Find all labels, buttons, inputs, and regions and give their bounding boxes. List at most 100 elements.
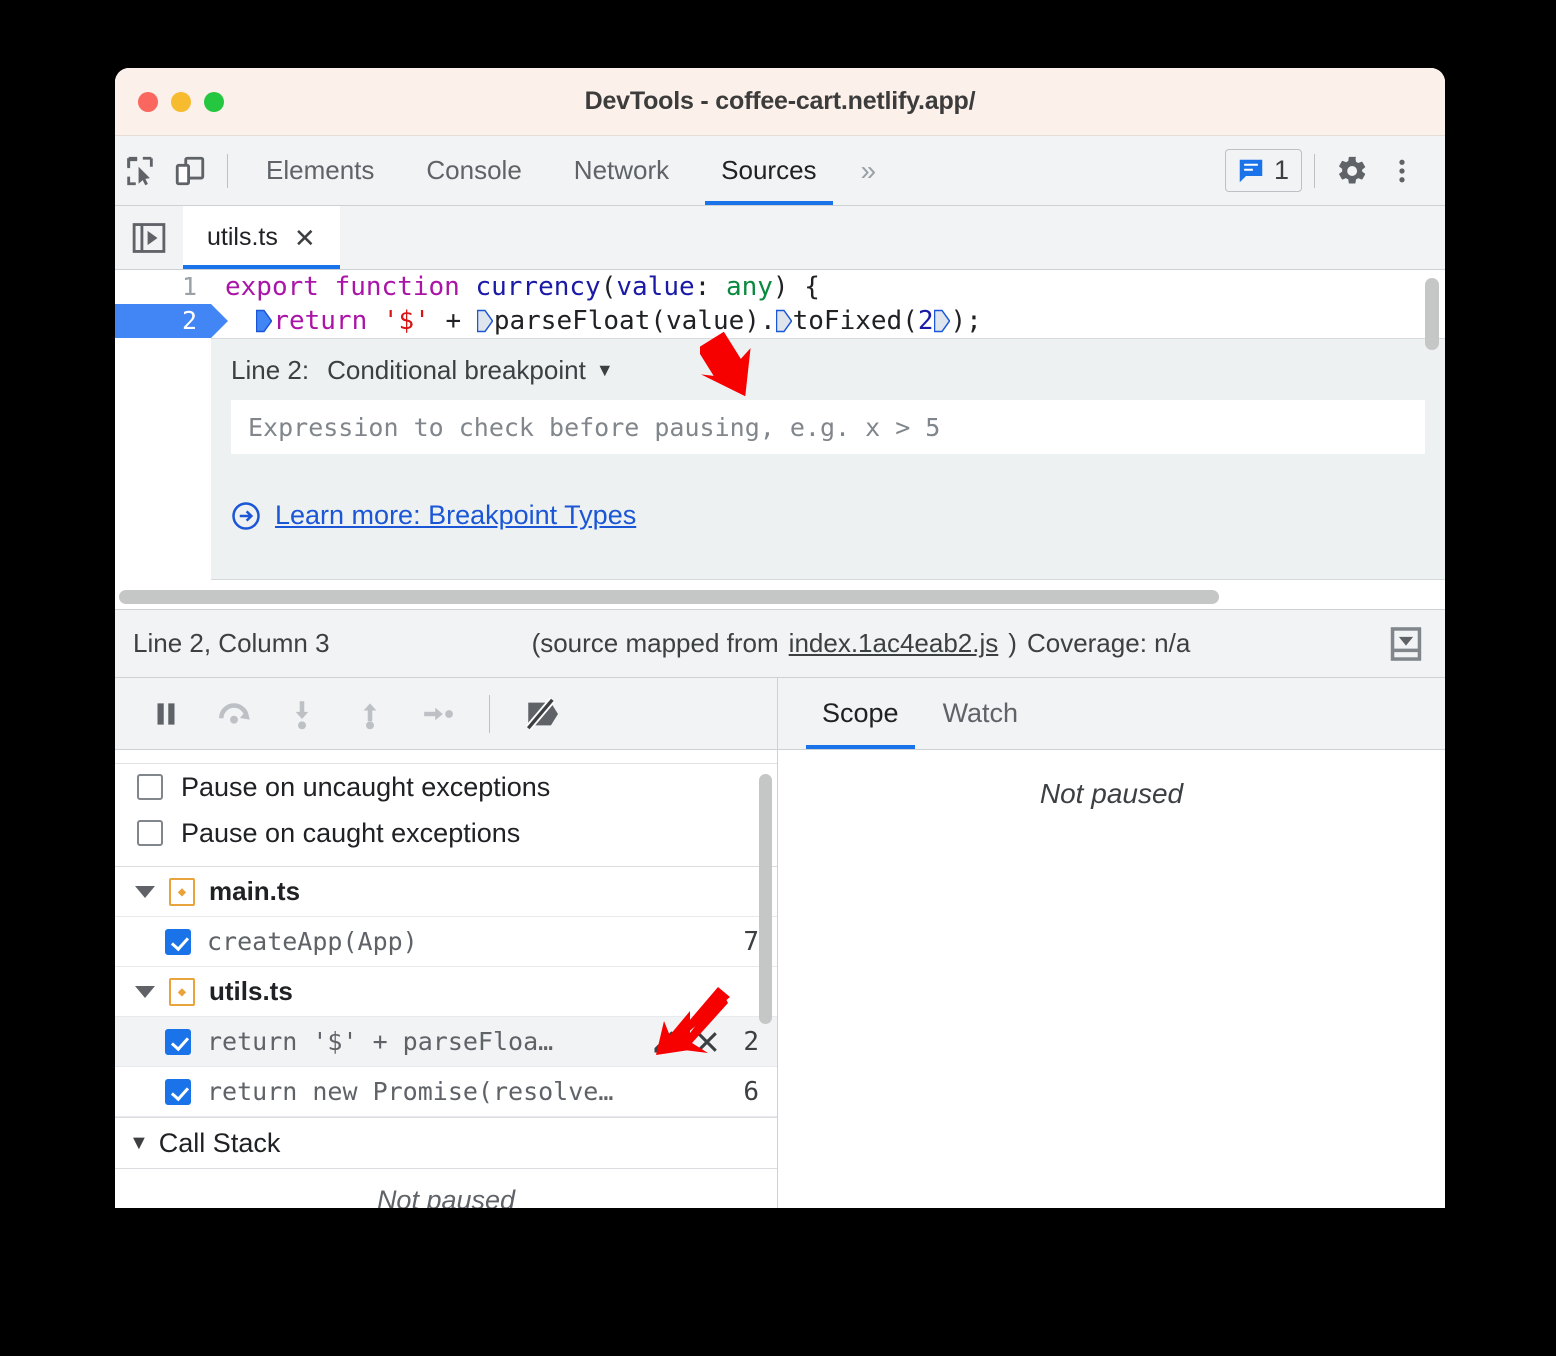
pause-on-uncaught-exceptions-label: Pause on uncaught exceptions <box>181 771 551 802</box>
pause-on-caught-exceptions-label: Pause on caught exceptions <box>181 817 521 848</box>
pause-on-caught-exceptions-checkbox[interactable] <box>137 820 163 846</box>
learn-more-breakpoint-types-link[interactable]: Learn more: Breakpoint Types <box>231 500 1425 531</box>
breakpoint-enabled-checkbox[interactable] <box>165 1028 191 1055</box>
issues-message-icon <box>1239 159 1263 182</box>
breakpoint-type-dropdown[interactable]: Conditional breakpoint ▼ <box>327 355 614 386</box>
source-map-info: (source mapped from index.1ac4eab2.js) Co… <box>532 628 1191 659</box>
inline-breakpoint-marker-active-icon[interactable] <box>256 309 273 333</box>
token-colon: : <box>694 272 726 302</box>
breakpoint-enabled-checkbox[interactable] <box>165 928 191 955</box>
tab-elements-label: Elements <box>266 155 375 185</box>
inline-breakpoint-marker-2-icon[interactable] <box>775 309 792 333</box>
gear-icon <box>1339 156 1366 184</box>
pencil-edit-icon[interactable] <box>651 1028 679 1056</box>
source-map-prefix: (source mapped from <box>531 628 779 658</box>
token-dollar-string: '$' <box>382 306 430 336</box>
devtools-main-toolbar: Elements Console Network Sources » 1 <box>115 136 1445 206</box>
status-bar-right <box>1381 619 1431 669</box>
step-out-button[interactable] <box>341 685 399 743</box>
settings-button[interactable] <box>1327 146 1377 196</box>
tab-scope[interactable]: Scope <box>800 678 921 749</box>
close-file-tab-button[interactable]: ✕ <box>294 225 316 251</box>
close-x-icon[interactable] <box>693 1028 721 1056</box>
token-any-type: any <box>725 272 773 302</box>
inline-breakpoint-marker-icon[interactable] <box>476 309 493 333</box>
issues-counter-button[interactable]: 1 <box>1224 149 1302 192</box>
tab-elements[interactable]: Elements <box>240 136 400 205</box>
debugger-left-pane: Pause on uncaught exceptions Pause on ca… <box>115 678 778 1208</box>
tab-watch-label: Watch <box>942 698 1019 728</box>
breakpoint-group-utils-ts[interactable]: ◆ utils.ts <box>115 967 777 1017</box>
code-line-2: 2 return '$' + parseFloat(value). toFixed… <box>115 304 1445 338</box>
show-drawer-button[interactable] <box>1381 619 1431 669</box>
table-row[interactable]: return new Promise(resolve… 6 <box>115 1067 777 1117</box>
token-number-2: 2 <box>917 306 934 336</box>
issues-count: 1 <box>1273 155 1289 185</box>
tab-sources[interactable]: Sources <box>695 136 842 205</box>
breakpoint-condition-placeholder: Expression to check before pausing, e.g.… <box>248 412 941 442</box>
token-paren-close: ) <box>772 272 789 302</box>
token-value-param: value <box>616 272 695 302</box>
breakpoint-condition-input[interactable]: Expression to check before pausing, e.g.… <box>231 400 1425 454</box>
source-file-tabstrip: utils.ts ✕ <box>115 206 1445 270</box>
learn-more-label: Learn more: Breakpoint Types <box>275 500 637 530</box>
breakpoint-group-main-ts[interactable]: ◆ main.ts <box>115 867 777 917</box>
breakpoint-code-snippet: return '$' + parseFloa… <box>207 1027 554 1056</box>
step-over-button[interactable] <box>205 685 263 743</box>
token-return: return <box>273 306 368 336</box>
source-map-file-link[interactable]: index.1ac4eab2.js <box>789 628 999 659</box>
debugger-controls-toolbar <box>115 678 777 750</box>
chevron-down-icon: ▼ <box>129 1131 149 1154</box>
step-into-button[interactable] <box>273 685 331 743</box>
source-code-editor[interactable]: 1 export function currency(value: any) {… <box>115 270 1445 610</box>
inline-breakpoint-marker-3-icon[interactable] <box>933 309 950 333</box>
toolbar-divider-1 <box>227 153 228 188</box>
show-navigator-button[interactable] <box>115 206 183 269</box>
scope-empty-message: Not paused <box>1039 778 1184 809</box>
breakpoint-group-file-name: utils.ts <box>209 976 293 1006</box>
toggle-device-toolbar-button[interactable] <box>165 146 215 196</box>
editor-horizontal-scrollbar[interactable] <box>115 585 1445 609</box>
step-button[interactable] <box>409 685 467 743</box>
deactivate-breakpoints-button[interactable] <box>512 685 570 743</box>
panel-tabs: Elements Console Network Sources <box>240 136 843 205</box>
pause-script-execution-button[interactable] <box>137 685 195 743</box>
breakpoint-code-snippet: return new Promise(resolve… <box>207 1077 614 1106</box>
more-options-button[interactable] <box>1377 146 1427 196</box>
table-row[interactable]: return '$' + parseFloa… 2 <box>115 1017 777 1067</box>
toolbar-divider-2 <box>1314 153 1315 188</box>
tab-network[interactable]: Network <box>548 136 695 205</box>
breakpoints-panel-scrollbar-thumb[interactable] <box>759 774 772 1024</box>
tab-scope-label: Scope <box>822 698 899 728</box>
pause-on-uncaught-exceptions-checkbox[interactable] <box>137 774 163 800</box>
show-navigator-icon <box>132 222 166 253</box>
pause-on-caught-exceptions-row[interactable]: Pause on caught exceptions <box>115 810 777 856</box>
tab-watch[interactable]: Watch <box>921 678 1041 749</box>
collapse-triangle-icon[interactable] <box>135 885 155 898</box>
table-row[interactable]: createApp(App) 7 <box>115 917 777 967</box>
token-currency: currency <box>475 272 601 302</box>
token-export: export <box>225 272 319 302</box>
line-number-2-breakpoint[interactable]: 2 <box>115 304 228 338</box>
call-stack-section-header[interactable]: ▼ Call Stack <box>115 1117 777 1169</box>
device-toolbar-icon <box>175 156 205 185</box>
editor-horizontal-scrollbar-thumb[interactable] <box>119 590 1219 604</box>
file-tab-utils-ts[interactable]: utils.ts ✕ <box>183 206 340 269</box>
inspect-element-button[interactable] <box>115 146 165 196</box>
line-number-1[interactable]: 1 <box>115 270 211 304</box>
file-tab-label: utils.ts <box>207 223 278 251</box>
breakpoint-row-actions <box>651 1028 721 1056</box>
tab-console[interactable]: Console <box>400 136 547 205</box>
collapse-triangle-icon[interactable] <box>135 985 155 998</box>
conditional-breakpoint-editor: Line 2: Conditional breakpoint ▼ Express… <box>211 338 1445 580</box>
breakpoint-enabled-checkbox[interactable] <box>165 1078 191 1105</box>
window-titlebar: DevTools - coffee-cart.netlify.app/ <box>115 68 1445 136</box>
token-function: function <box>334 272 460 302</box>
breakpoint-line-number: 6 <box>743 1076 759 1107</box>
editor-vertical-scrollbar-thumb[interactable] <box>1425 278 1439 350</box>
breakpoint-type-label: Conditional breakpoint <box>327 355 586 385</box>
more-panels-button[interactable]: » <box>843 155 895 187</box>
external-link-arrow-icon <box>232 501 260 530</box>
tab-sources-label: Sources <box>721 155 817 185</box>
pause-on-uncaught-exceptions-row[interactable]: Pause on uncaught exceptions <box>115 764 777 810</box>
